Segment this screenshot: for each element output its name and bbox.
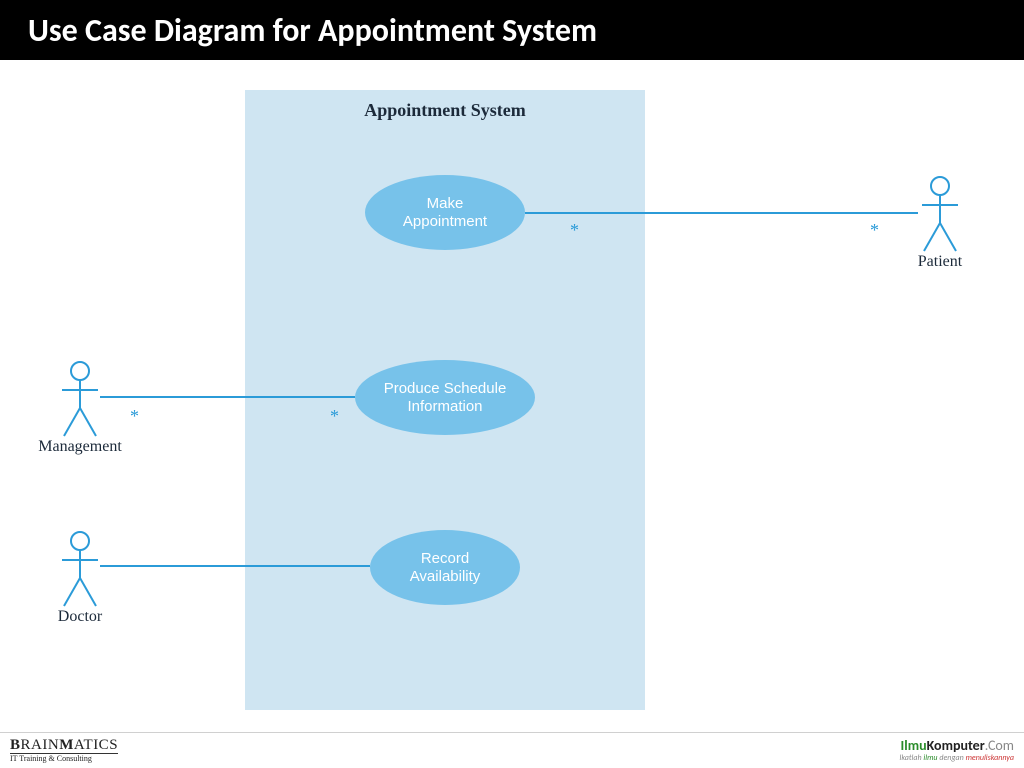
system-title: Appointment System: [245, 100, 645, 121]
multiplicity: *: [870, 220, 879, 241]
usecase-make-appointment: Make Appointment: [365, 175, 525, 250]
actor-management: Management: [58, 360, 102, 450]
brand-left-tagline: IT Training & Consulting: [10, 753, 118, 763]
actor-label: Patient: [918, 253, 962, 271]
multiplicity: *: [570, 220, 579, 241]
usecase-produce-schedule: Produce Schedule Information: [355, 360, 535, 435]
title-text: Use Case Diagram for Appointment System: [28, 11, 597, 50]
footer: BRAINMATICS IT Training & Consulting Ilm…: [0, 732, 1024, 768]
stickfigure-icon: [58, 530, 102, 610]
stickfigure-icon: [58, 360, 102, 440]
association-doctor-record: [100, 565, 370, 567]
brand-right-name: IlmuKomputer.Com: [899, 739, 1014, 754]
usecase-label: Produce Schedule Information: [384, 380, 507, 415]
usecase-record-availability: Record Availability: [370, 530, 520, 605]
multiplicity: *: [330, 406, 339, 427]
brand-right-tagline: Ikatlah ilmu dengan menuliskannya: [899, 754, 1014, 762]
actor-doctor: Doctor: [58, 530, 102, 620]
brand-left-name: BRAINMATICS: [10, 737, 118, 753]
association-patient-make: [525, 212, 918, 214]
usecase-label: Record Availability: [410, 550, 481, 585]
brand-right: IlmuKomputer.Com Ikatlah ilmu dengan men…: [899, 739, 1014, 762]
actor-label: Doctor: [58, 608, 102, 626]
actor-patient: Patient: [918, 175, 962, 265]
actor-label: Management: [38, 438, 122, 456]
association-management-produce: [100, 396, 355, 398]
slide-title: Use Case Diagram for Appointment System: [0, 0, 1024, 60]
multiplicity: *: [130, 406, 139, 427]
diagram-canvas: Appointment System Make Appointment Prod…: [0, 60, 1024, 768]
usecase-label: Make Appointment: [403, 195, 487, 230]
stickfigure-icon: [918, 175, 962, 255]
brand-left: BRAINMATICS IT Training & Consulting: [10, 738, 118, 763]
